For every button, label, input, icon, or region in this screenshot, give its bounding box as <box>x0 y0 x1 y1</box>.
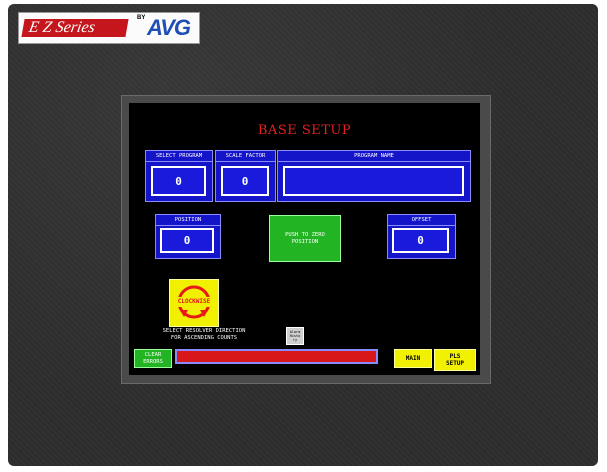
offset-label: OFFSET <box>388 215 455 226</box>
position-value: 0 <box>160 228 214 253</box>
avg-logo: AVG <box>147 15 191 40</box>
select-program-label: SELECT PROGRAM <box>146 151 212 162</box>
by-label: BY <box>137 15 146 21</box>
direction-instructions: SELECT RESOLVER DIRECTION FOR ASCENDING … <box>139 328 269 342</box>
pls-setup-line2: SETUP <box>445 360 465 367</box>
screen-title: BASE SETUP <box>257 123 352 138</box>
error-message-bar <box>175 349 378 364</box>
scale-factor-label: SCALE FACTOR <box>216 151 275 162</box>
program-name-label: PROGRAM NAME <box>278 151 470 162</box>
main-button-label: MAIN <box>405 355 421 362</box>
alarm-history-line3: ry <box>292 338 298 342</box>
select-program-input[interactable]: 0 <box>151 166 206 196</box>
brand-badge: E Z Series BY AVG <box>18 12 200 44</box>
position-label: POSITION <box>156 215 220 226</box>
offset-panel: OFFSET 0 <box>387 214 456 259</box>
select-program-panel: SELECT PROGRAM 0 <box>145 150 213 202</box>
pls-setup-button[interactable]: PLS SETUP <box>434 349 476 371</box>
program-name-panel: PROGRAM NAME <box>277 150 471 202</box>
push-to-zero-button[interactable]: PUSH TO ZERO POSITION <box>269 215 341 262</box>
clear-errors-button[interactable]: CLEAR ERRORS <box>134 349 172 368</box>
position-panel: POSITION 0 <box>155 214 221 259</box>
scale-factor-input[interactable]: 0 <box>221 166 269 196</box>
clear-errors-line1: CLEAR <box>144 351 162 358</box>
clear-errors-line2: ERRORS <box>143 358 163 365</box>
offset-input[interactable]: 0 <box>392 228 449 253</box>
pls-setup-line1: PLS <box>449 353 461 360</box>
main-button[interactable]: MAIN <box>394 349 432 368</box>
hmi-screen: BASE SETUP SELECT PROGRAM 0 SCALE FACTOR… <box>129 103 480 375</box>
program-name-input[interactable] <box>283 166 464 196</box>
alarm-history-button[interactable]: Alarm Histo ry <box>286 327 304 345</box>
push-to-zero-line2: POSITION <box>291 238 319 245</box>
push-to-zero-line1: PUSH TO ZERO <box>285 231 325 238</box>
instructions-line2: FOR ASCENDING COUNTS <box>170 335 238 341</box>
ez-series-logo: E Z Series <box>21 19 129 37</box>
instructions-line1: SELECT RESOLVER DIRECTION <box>162 328 246 334</box>
scale-factor-panel: SCALE FACTOR 0 <box>215 150 276 202</box>
direction-label: CLOCKWISE <box>177 298 211 305</box>
resolver-direction-button[interactable]: CLOCKWISE <box>169 279 219 327</box>
